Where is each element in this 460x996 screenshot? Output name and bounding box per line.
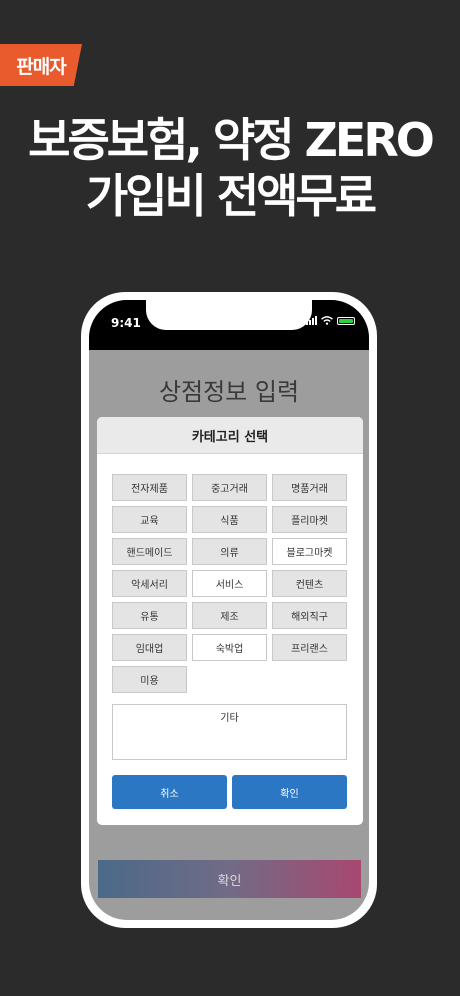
battery-icon — [337, 316, 355, 325]
category-freelance[interactable]: 프리랜스 — [272, 634, 347, 661]
category-flea-market[interactable]: 플리마켓 — [272, 506, 347, 533]
status-bar: 9:41 — [89, 300, 369, 350]
status-icons — [306, 316, 355, 325]
category-manufacturing[interactable]: 제조 — [192, 602, 267, 629]
headline: 보증보험, 약정 ZERO 가입비 전액무료 — [0, 112, 460, 224]
category-contents[interactable]: 컨텐츠 — [272, 570, 347, 597]
page-title: 상점정보 입력 — [158, 378, 300, 406]
category-food[interactable]: 식품 — [192, 506, 267, 533]
phone-frame: 9:41 상점정보 입력 카테고리 선택 전자제품 중고거래 명품거래 교육 식… — [81, 292, 377, 928]
category-handmade[interactable]: 핸드메이드 — [112, 538, 187, 565]
wifi-icon — [321, 316, 333, 325]
category-etc-field[interactable]: 기타 — [112, 704, 347, 760]
category-clothing[interactable]: 의류 — [192, 538, 267, 565]
category-electronics[interactable]: 전자제품 — [112, 474, 187, 501]
headline-line-1: 보증보험, 약정 ZERO — [28, 113, 435, 167]
seller-badge: 판매자 — [0, 44, 82, 86]
category-service[interactable]: 서비스 — [192, 570, 267, 597]
category-accessories[interactable]: 악세서리 — [112, 570, 187, 597]
modal-title: 카테고리 선택 — [97, 417, 363, 454]
cancel-button[interactable]: 취소 — [112, 775, 227, 809]
category-overseas-purchase[interactable]: 해외직구 — [272, 602, 347, 629]
confirm-button[interactable]: 확인 — [232, 775, 347, 809]
category-blog-market[interactable]: 블로그마켓 — [272, 538, 347, 565]
category-grid: 전자제품 중고거래 명품거래 교육 식품 플리마켓 핸드메이드 의류 블로그마켓… — [112, 474, 348, 693]
category-beauty[interactable]: 미용 — [112, 666, 187, 693]
signal-icon — [306, 316, 317, 325]
phone-notch — [146, 300, 312, 330]
status-time: 9:41 — [111, 316, 141, 330]
category-rental[interactable]: 임대업 — [112, 634, 187, 661]
headline-line-2: 가입비 전액무료 — [85, 169, 377, 223]
bottom-confirm-button[interactable]: 확인 — [98, 860, 361, 898]
category-education[interactable]: 교육 — [112, 506, 187, 533]
category-distribution[interactable]: 유통 — [112, 602, 187, 629]
phone-screen: 9:41 상점정보 입력 카테고리 선택 전자제품 중고거래 명품거래 교육 식… — [89, 300, 369, 920]
category-luxury[interactable]: 명품거래 — [272, 474, 347, 501]
category-modal: 카테고리 선택 전자제품 중고거래 명품거래 교육 식품 플리마켓 핸드메이드 … — [97, 417, 363, 825]
category-used-goods[interactable]: 중고거래 — [192, 474, 267, 501]
category-lodging[interactable]: 숙박업 — [192, 634, 267, 661]
